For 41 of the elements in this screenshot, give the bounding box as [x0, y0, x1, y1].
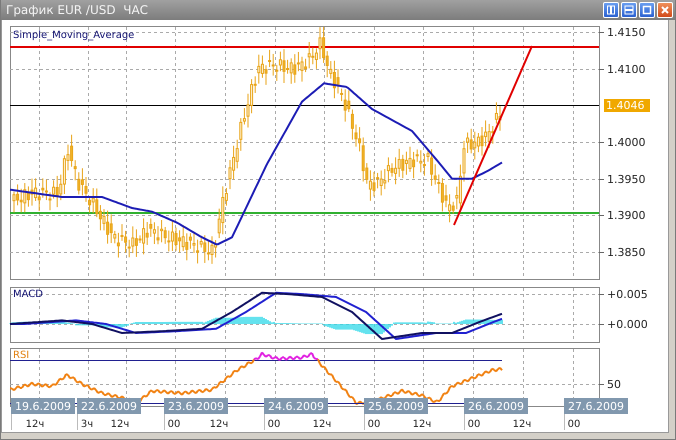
date-label: 19.6.2009: [11, 398, 75, 414]
rsi-axis-label: 50: [607, 378, 621, 391]
date-label: 26.6.2009: [464, 398, 528, 414]
macd-label: MACD: [13, 289, 43, 300]
time-label: 00: [268, 419, 280, 430]
time-label: 12ч: [312, 419, 332, 430]
price-axis-label: 1.4150: [607, 26, 646, 39]
time-label: 12ч: [26, 419, 44, 430]
time-label: 12ч: [412, 419, 432, 430]
date-label: 27.6.2009: [564, 398, 628, 414]
time-label: 00: [168, 419, 180, 430]
tile-button[interactable]: [603, 2, 619, 18]
minimize-button[interactable]: [621, 2, 637, 18]
window-title: График EUR /USD ЧАС: [6, 3, 148, 17]
price-axis-label: 1.3950: [607, 173, 646, 186]
price-axis-label: 1.4000: [607, 136, 646, 149]
date-label: 22.6.2009: [77, 398, 141, 414]
price-axis-label: 1.3900: [607, 209, 646, 222]
date-label: 25.6.2009: [364, 398, 428, 414]
date-label: 23.6.2009: [164, 398, 228, 414]
macd-axis-label: +0.000: [607, 318, 648, 331]
time-label: 12ч: [110, 419, 130, 430]
date-label: 24.6.2009: [264, 398, 328, 414]
minimize-icon: [624, 5, 634, 15]
rsi-label: RSI: [13, 350, 30, 361]
time-label: 12ч: [210, 419, 228, 430]
indicator-label: Simple_Moving_Average: [13, 30, 134, 41]
close-icon: [660, 5, 670, 15]
maximize-button[interactable]: [639, 2, 655, 18]
macd-axis-label: +0.005: [607, 288, 648, 301]
time-label: 12ч: [512, 419, 532, 430]
time-label: 3ч: [80, 419, 94, 430]
time-label: 00: [368, 419, 380, 430]
price-axis-label: 1.3850: [607, 246, 646, 259]
time-label: 00: [468, 419, 480, 430]
tile-icon: [606, 5, 616, 15]
maximize-icon: [642, 5, 652, 15]
current-price-label: 1.4046: [604, 99, 650, 112]
price-axis-label: 1.4100: [607, 63, 646, 76]
time-label: 00: [568, 419, 580, 430]
close-button[interactable]: [657, 2, 673, 18]
